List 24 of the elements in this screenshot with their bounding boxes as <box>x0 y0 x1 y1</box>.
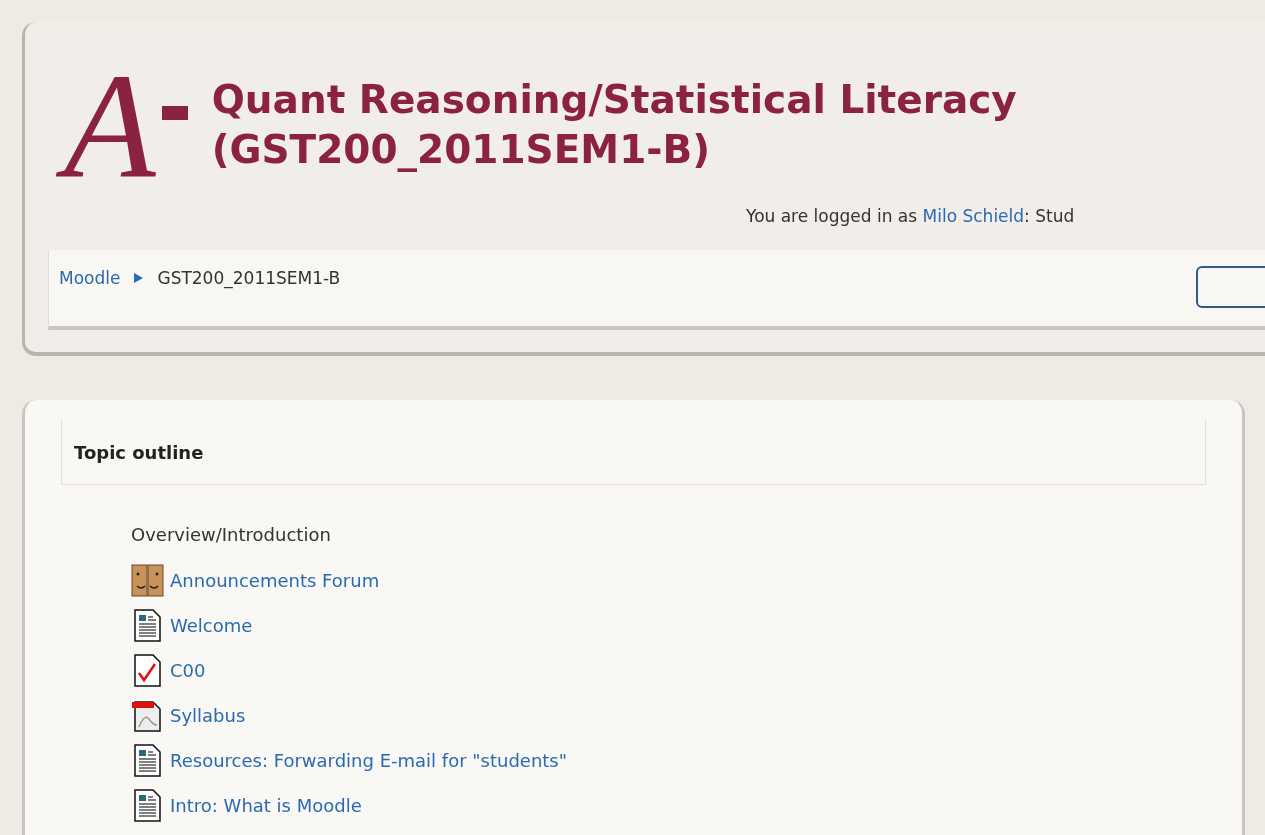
section-summary: Overview/Introduction <box>131 523 332 547</box>
logo-letter: A <box>50 50 162 200</box>
checkmark-document-icon <box>131 654 164 687</box>
course-title: (GST200_2011SEM1-B) <box>211 126 712 174</box>
user-link[interactable]: Milo Schield <box>922 206 1025 226</box>
section-heading: Topic outline <box>74 440 204 465</box>
activity-link[interactable]: C00 <box>170 657 206 684</box>
activity-link[interactable]: Syllabus <box>170 702 246 729</box>
document-icon <box>131 789 164 822</box>
course-title: Quant Reasoning/Statistical Literacy <box>211 76 1017 124</box>
breadcrumb-arrow-icon <box>133 271 145 284</box>
forum-icon <box>131 564 164 597</box>
activity-link[interactable]: Intro: What is Moodle <box>170 792 362 819</box>
breadcrumb-link[interactable]: Moodle <box>59 265 121 291</box>
document-icon <box>131 609 164 642</box>
button[interactable] <box>1196 265 1265 308</box>
activity-link[interactable]: Resources: Forwarding E-mail for "students" <box>170 747 568 774</box>
logo-bar-icon <box>161 106 188 120</box>
activity-link[interactable]: Welcome <box>170 612 253 639</box>
breadcrumb-current: GST200_2011SEM1-B <box>157 266 341 291</box>
document-icon <box>131 744 164 777</box>
login-info: You are logged in as Milo Schield: Stud <box>746 206 1075 226</box>
pdf-icon <box>131 699 164 732</box>
activity-link[interactable]: Announcements Forum <box>170 567 380 594</box>
